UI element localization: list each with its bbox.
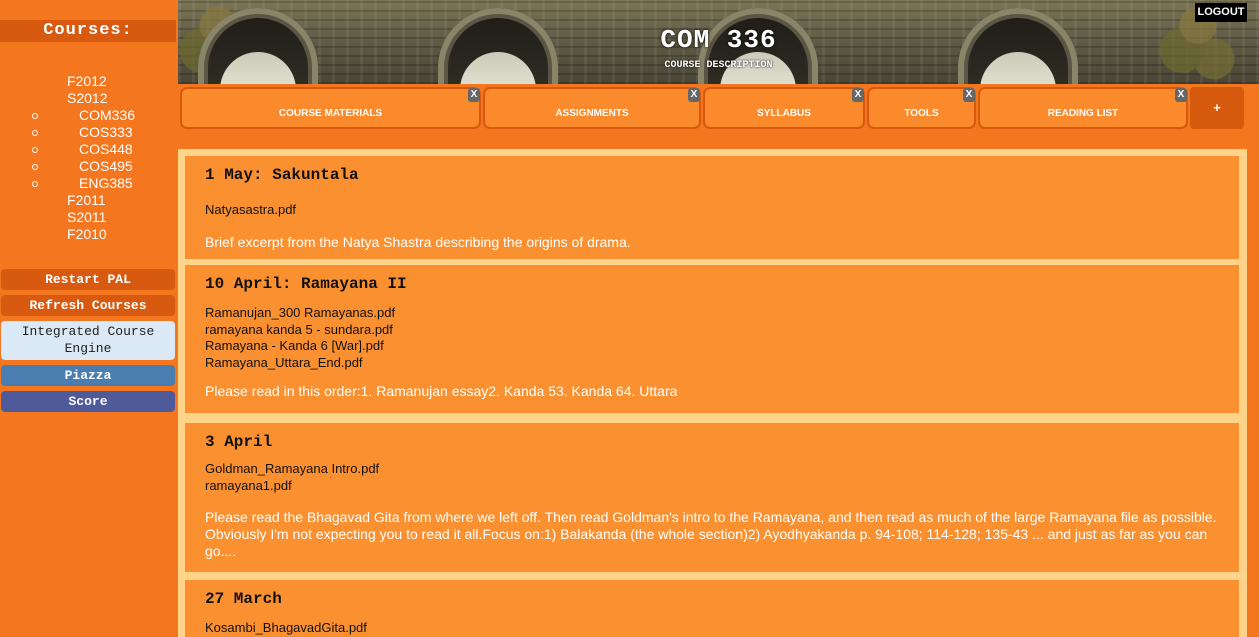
tab-reading-list[interactable]: READING LIST X bbox=[978, 87, 1188, 129]
course-cos495[interactable]: COS495 bbox=[79, 158, 133, 175]
sidebar: Courses: F2012 S2012 COM336 COS333 COS44… bbox=[0, 0, 178, 637]
refresh-courses-button[interactable]: Refresh Courses bbox=[1, 295, 175, 316]
close-tab-icon[interactable]: X bbox=[688, 88, 700, 102]
file-link[interactable]: Natyasastra.pdf bbox=[205, 202, 296, 219]
entry-files: Goldman_Ramayana Intro.pdf ramayana1.pdf bbox=[205, 461, 379, 494]
term-s2012[interactable]: S2012 bbox=[67, 90, 107, 107]
file-link[interactable]: ramayana kanda 5 - sundara.pdf bbox=[205, 322, 395, 339]
reading-entry: 27 March Kosambi_BhagavadGita.pdf bbox=[185, 580, 1239, 637]
close-tab-icon[interactable]: X bbox=[963, 88, 975, 102]
bullet-icon bbox=[32, 113, 38, 119]
reading-entry: 3 April Goldman_Ramayana Intro.pdf ramay… bbox=[185, 423, 1239, 572]
entry-files: Natyasastra.pdf bbox=[205, 202, 296, 219]
tab-label: SYLLABUS bbox=[757, 108, 811, 119]
file-link[interactable]: Kosambi_BhagavadGita.pdf bbox=[205, 620, 367, 637]
bullet-icon bbox=[32, 181, 38, 187]
entry-description: Brief excerpt from the Natya Shastra des… bbox=[205, 234, 631, 250]
courses-heading: Courses: bbox=[0, 20, 176, 42]
piazza-button[interactable]: Piazza bbox=[1, 365, 175, 386]
close-tab-icon[interactable]: X bbox=[1175, 88, 1187, 102]
course-com336[interactable]: COM336 bbox=[79, 107, 135, 124]
close-tab-icon[interactable]: X bbox=[852, 88, 864, 102]
course-title: COM 336 bbox=[660, 25, 777, 55]
term-f2012[interactable]: F2012 bbox=[67, 73, 107, 90]
course-eng385[interactable]: ENG385 bbox=[79, 175, 133, 192]
tab-course-materials[interactable]: COURSE MATERIALS X bbox=[180, 87, 481, 129]
tab-assignments[interactable]: ASSIGNMENTS X bbox=[483, 87, 701, 129]
integrated-course-engine-button[interactable]: Integrated Course Engine bbox=[1, 321, 175, 360]
reading-list-panel: 1 May: Sakuntala Natyasastra.pdf Brief e… bbox=[178, 149, 1247, 637]
course-banner: COM 336 COURSE DESCRIPTION bbox=[178, 0, 1259, 84]
ice-label-line1: Integrated Course bbox=[21, 324, 155, 339]
term-f2010[interactable]: F2010 bbox=[67, 226, 107, 243]
bullet-icon bbox=[32, 130, 38, 136]
entry-description: Please read in this order:1. Ramanujan e… bbox=[205, 383, 678, 399]
entry-files: Kosambi_BhagavadGita.pdf bbox=[205, 620, 367, 637]
tab-syllabus[interactable]: SYLLABUS X bbox=[703, 87, 865, 129]
course-cos448[interactable]: COS448 bbox=[79, 141, 133, 158]
entry-title: 1 May: Sakuntala bbox=[205, 166, 359, 184]
bullet-icon bbox=[32, 164, 38, 170]
entry-title: 10 April: Ramayana II bbox=[205, 275, 407, 293]
bullet-icon bbox=[32, 147, 38, 153]
term-f2011[interactable]: F2011 bbox=[67, 192, 106, 209]
entry-title: 3 April bbox=[205, 433, 273, 451]
entry-description: Please read the Bhagavad Gita from where… bbox=[205, 509, 1217, 559]
reading-entry: 10 April: Ramayana II Ramanujan_300 Rama… bbox=[185, 265, 1239, 413]
entry-files: Ramanujan_300 Ramayanas.pdf ramayana kan… bbox=[205, 305, 395, 371]
restart-pal-button[interactable]: Restart PAL bbox=[1, 269, 175, 290]
entry-title: 27 March bbox=[205, 590, 282, 608]
file-link[interactable]: Ramayana_Uttara_End.pdf bbox=[205, 355, 395, 372]
tab-label: ASSIGNMENTS bbox=[555, 108, 629, 119]
tab-label: READING LIST bbox=[1047, 108, 1119, 119]
term-s2011[interactable]: S2011 bbox=[67, 209, 106, 226]
tab-label: TOOLS bbox=[904, 108, 939, 119]
ice-label-line2: Engine bbox=[64, 341, 112, 356]
add-tab-button[interactable]: + bbox=[1190, 87, 1244, 129]
file-link[interactable]: Goldman_Ramayana Intro.pdf bbox=[205, 461, 379, 478]
tab-tools[interactable]: TOOLS X bbox=[867, 87, 976, 129]
score-button[interactable]: Score bbox=[1, 391, 175, 412]
course-cos333[interactable]: COS333 bbox=[79, 124, 133, 141]
reading-entry: 1 May: Sakuntala Natyasastra.pdf Brief e… bbox=[185, 156, 1239, 259]
close-tab-icon[interactable]: X bbox=[468, 88, 480, 102]
file-link[interactable]: Ramayana - Kanda 6 [War].pdf bbox=[205, 338, 395, 355]
file-link[interactable]: Ramanujan_300 Ramayanas.pdf bbox=[205, 305, 395, 322]
course-description-link[interactable]: COURSE DESCRIPTION bbox=[178, 60, 1259, 71]
logout-button[interactable]: LOGOUT bbox=[1195, 3, 1247, 22]
tab-label: COURSE MATERIALS bbox=[278, 108, 383, 119]
file-link[interactable]: ramayana1.pdf bbox=[205, 478, 379, 495]
